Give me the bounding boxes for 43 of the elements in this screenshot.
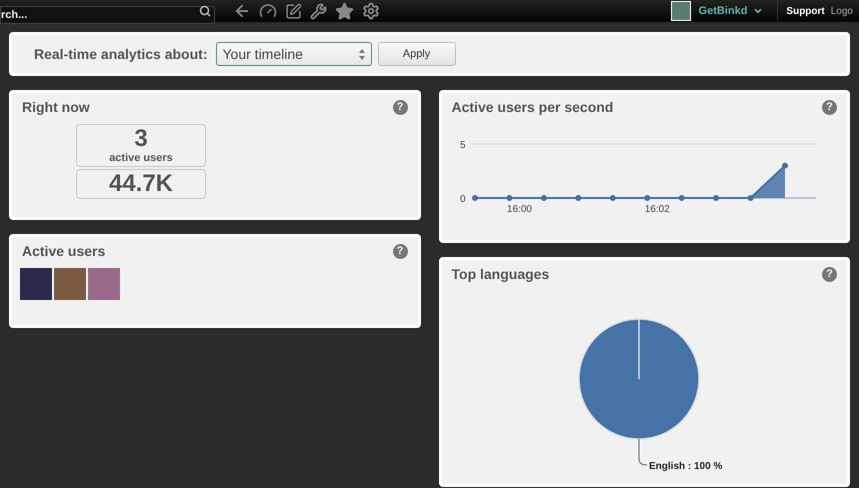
stat-label: active users xyxy=(109,153,173,164)
speedometer-icon[interactable] xyxy=(259,2,277,20)
timeline-select[interactable]: Your timeline xyxy=(216,42,372,66)
stat-value: 44.7K xyxy=(108,172,174,196)
data-point xyxy=(782,162,788,169)
nav-link[interactable]: Support xyxy=(786,4,825,18)
help-icon[interactable]: ? xyxy=(392,244,408,259)
wrench-icon[interactable] xyxy=(310,2,327,20)
stat-value: 3 xyxy=(134,127,148,151)
nav-link[interactable]: Logo xyxy=(830,4,853,18)
user-name[interactable]: GetBinkd xyxy=(698,2,748,20)
help-icon[interactable]: ? xyxy=(822,100,837,115)
data-label: English : 100 % xyxy=(649,461,723,472)
leader-line xyxy=(638,438,648,466)
settings-icon[interactable] xyxy=(362,2,380,20)
help-icon[interactable]: ? xyxy=(392,100,408,115)
data-point xyxy=(506,195,512,201)
search-field[interactable]: rch... xyxy=(0,6,215,24)
panel-title: Top languages xyxy=(452,265,550,284)
data-point xyxy=(678,195,684,201)
caret-icon[interactable] xyxy=(753,6,764,16)
panel-title: Right now xyxy=(22,98,90,117)
data-point xyxy=(747,195,754,201)
data-point xyxy=(472,195,478,201)
star-icon[interactable] xyxy=(335,2,354,20)
data-point xyxy=(609,195,616,201)
data-point xyxy=(712,195,719,201)
stepper-icon xyxy=(358,48,364,60)
panel-title: Active users xyxy=(22,242,106,261)
panel-title: Active users per second xyxy=(452,98,614,117)
axis-label: 16:00 xyxy=(506,204,532,215)
data-point xyxy=(574,195,581,201)
edit-icon[interactable] xyxy=(285,2,302,20)
filter-label: Real-time analytics about: xyxy=(34,44,208,64)
search-icon[interactable] xyxy=(199,5,211,17)
axis-label: 16:02 xyxy=(644,204,670,215)
help-icon[interactable]: ? xyxy=(822,267,837,282)
data-point xyxy=(644,195,650,201)
avatar[interactable] xyxy=(670,1,691,21)
axis-label: 5 xyxy=(460,140,466,151)
data-point xyxy=(540,195,546,201)
apply-button[interactable]: Apply xyxy=(378,42,456,66)
axis-label: 0 xyxy=(460,194,466,205)
